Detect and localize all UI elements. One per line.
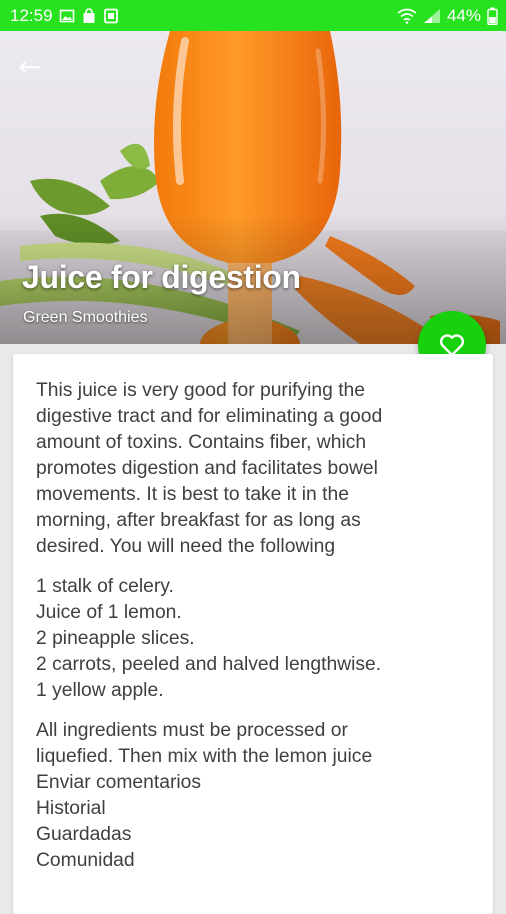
link-enviar-comentarios[interactable]: Enviar comentarios [36,770,475,796]
link-comunidad[interactable]: Comunidad [36,848,475,874]
ingredient-item: 2 carrots, peeled and halved lengthwise. [36,654,382,675]
ingredient-item: 1 yellow apple. [36,680,164,701]
status-time: 12:59 [10,5,53,25]
instructions-paragraph: All ingredients must be processed or liq… [36,718,475,874]
text-line: morning, after breakfast for as long as [36,510,361,531]
text-line: desired. You will need the following [36,536,336,557]
link-historial[interactable]: Historial [36,796,475,822]
text-line: promotes digestion and facilitates bowel [36,458,378,479]
text-line: digestive tract and for eliminating a go… [36,406,383,427]
text-line: liquefied. Then mix with the lemon juice [36,746,373,767]
recipe-category: Green Smoothies [23,309,148,326]
status-left: 12:59 [10,6,119,26]
link-guardadas[interactable]: Guardadas [36,822,475,848]
text-line: This juice is very good for purifying th… [36,380,366,401]
square-app-icon [103,8,118,23]
status-right: 44% [397,6,498,26]
recipe-title: Juice for digestion [22,259,301,295]
shopping-bag-icon [83,7,95,23]
image-icon [59,9,74,22]
battery-icon [487,7,498,25]
intro-paragraph: This juice is very good for purifying th… [36,378,475,560]
status-bar: 12:59 44% [0,0,506,31]
hero-image: ← Juice for digestion Green Smoothies [0,31,506,344]
ingredients-list: 1 stalk of celery. Juice of 1 lemon. 2 p… [36,574,475,704]
signal-icon [423,8,440,23]
ingredient-item: 2 pineapple slices. [36,628,195,649]
ingredient-item: Juice of 1 lemon. [36,602,182,623]
wifi-icon [397,8,417,24]
recipe-card: This juice is very good for purifying th… [13,354,493,914]
text-line: movements. It is best to take it in the [36,484,349,505]
text-line: All ingredients must be processed or [36,720,348,741]
battery-percent: 44% [446,5,481,25]
back-arrow-icon[interactable]: ← [18,53,54,81]
text-line: amount of toxins. Contains fiber, which [36,432,367,453]
ingredient-item: 1 stalk of celery. [36,576,174,597]
